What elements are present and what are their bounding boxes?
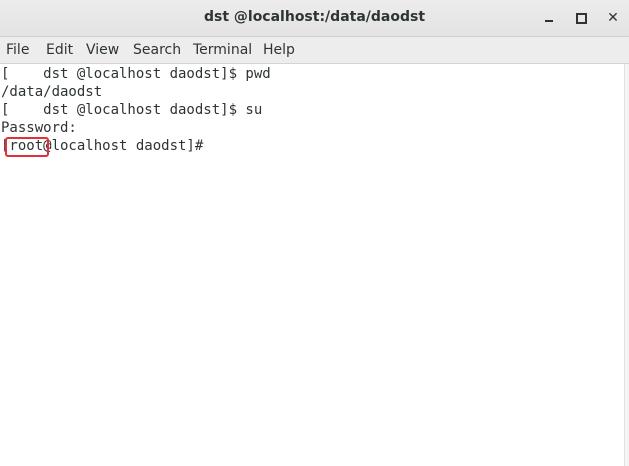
- maximize-icon: [575, 12, 587, 24]
- terminal-line: [root@localhost daodst]#: [1, 138, 204, 154]
- menu-help[interactable]: Help: [263, 41, 295, 59]
- terminal-line: [ dst @localhost daodst]$ su: [1, 102, 263, 118]
- close-button[interactable]: ✕: [603, 8, 623, 28]
- menu-view[interactable]: View: [86, 41, 119, 59]
- terminal-output[interactable]: [ dst @localhost daodst]$ pwd /data/daod…: [0, 64, 624, 466]
- terminal-scrollbar[interactable]: [624, 64, 629, 466]
- menu-bar: File Edit View Search Terminal Help: [0, 37, 629, 64]
- window-title: dst @localhost:/data/daodst: [203, 9, 426, 25]
- menu-file[interactable]: File: [6, 41, 29, 59]
- menu-search[interactable]: Search: [133, 41, 181, 59]
- minimize-button[interactable]: [539, 8, 559, 28]
- menu-terminal[interactable]: Terminal: [193, 41, 252, 59]
- terminal-line: [ dst @localhost daodst]$ pwd: [1, 66, 271, 82]
- minimize-icon: [545, 20, 553, 22]
- title-bar[interactable]: dst @localhost:/data/daodst ✕: [0, 0, 629, 37]
- terminal-line: /data/daodst: [1, 84, 103, 100]
- terminal-line: Password:: [1, 120, 77, 136]
- close-icon: ✕: [607, 10, 619, 26]
- terminal-window: dst @localhost:/data/daodst ✕ File Edit …: [0, 0, 629, 466]
- menu-edit[interactable]: Edit: [46, 41, 73, 59]
- maximize-button[interactable]: [571, 8, 591, 28]
